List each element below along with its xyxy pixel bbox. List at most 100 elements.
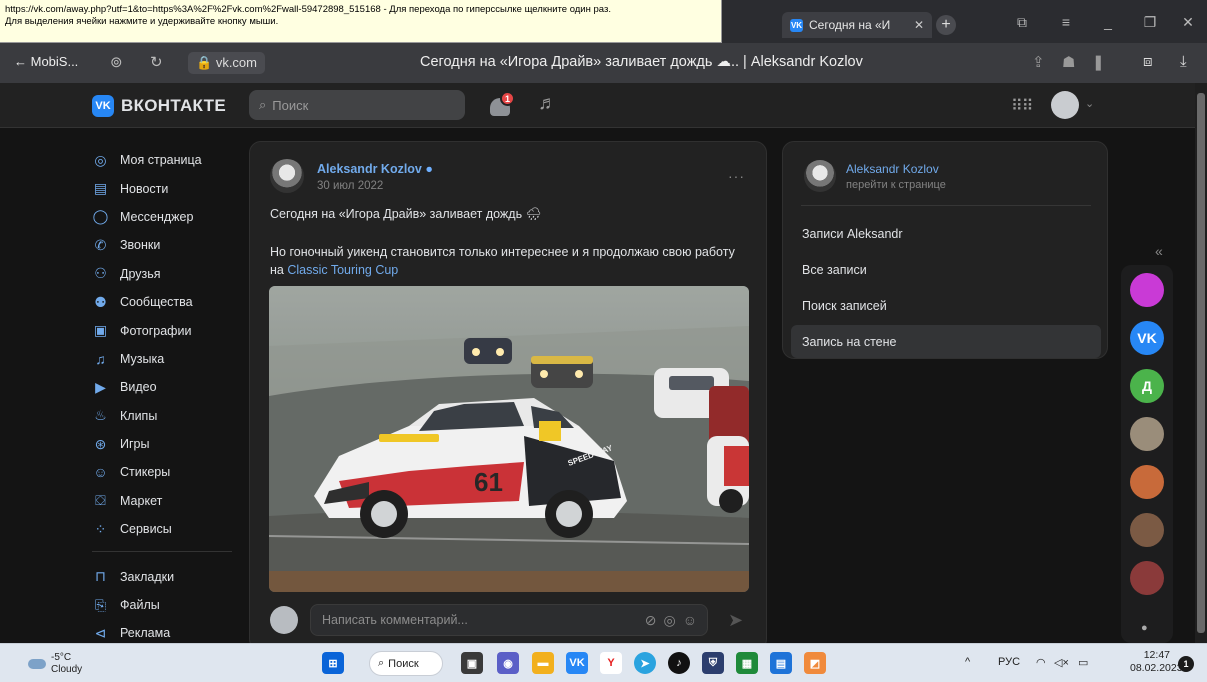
nav-item[interactable]: ⎘ Файлы bbox=[92, 591, 242, 619]
excel-icon[interactable]: ▦ bbox=[736, 652, 758, 674]
vk-logo[interactable]: VK ВКОНТАКТЕ bbox=[92, 95, 226, 117]
reader-icon[interactable]: ☗ bbox=[1062, 53, 1075, 71]
nav-item[interactable]: ⚉ Сообщества bbox=[92, 288, 242, 316]
panel-author-avatar[interactable] bbox=[804, 160, 836, 192]
post-photo[interactable]: 61 SPEED WAY bbox=[269, 286, 749, 592]
panel-goto-page[interactable]: перейти к странице bbox=[846, 179, 946, 191]
panel-menu-item[interactable]: Поиск записей bbox=[791, 289, 1101, 322]
taskbar-search[interactable]: ⌕ Поиск bbox=[369, 651, 443, 676]
bookmark-icon[interactable]: ❚ bbox=[1092, 53, 1105, 71]
tooltip-url-line: https://vk.com/away.php?utf=1&to=https%3… bbox=[5, 4, 611, 15]
download-icon[interactable]: ⤓ bbox=[1180, 53, 1187, 70]
tiktok-icon[interactable]: ♪ bbox=[668, 652, 690, 674]
nav-item[interactable]: ◎ Моя страница bbox=[92, 146, 242, 174]
panel-menu-item[interactable]: Все записи bbox=[791, 253, 1101, 286]
vk-app-icon[interactable]: VK bbox=[1130, 321, 1164, 355]
comment-placeholder: Написать комментарий... bbox=[322, 613, 468, 627]
reload-icon[interactable]: ↻ bbox=[150, 53, 163, 71]
page-scrollbar[interactable] bbox=[1195, 83, 1207, 643]
video-icon: ▶ bbox=[95, 378, 106, 395]
nav-item[interactable]: ◯ Мессенджер bbox=[92, 203, 242, 231]
nav-item[interactable]: ⊓ Закладки bbox=[92, 562, 242, 590]
camera-icon[interactable]: ◎ bbox=[663, 612, 675, 629]
search-input[interactable]: ⌕ Поиск bbox=[249, 90, 465, 120]
post-date[interactable]: 30 июл 2022 bbox=[317, 180, 383, 192]
nav-item[interactable]: ⊛ Игры bbox=[92, 430, 242, 458]
chat-bubble-icon[interactable]: ● bbox=[1141, 622, 1148, 634]
minimize-icon[interactable]: _ bbox=[1098, 14, 1118, 30]
nav-item[interactable]: ✆ Звонки bbox=[92, 231, 242, 259]
post-more-icon[interactable]: ··· bbox=[728, 168, 745, 184]
nav-item-label: Стикеры bbox=[120, 465, 171, 480]
address-bar: ← MobiS... ⊚ ↻ 🔒 vk.com Сегодня на «Игор… bbox=[0, 43, 1207, 83]
app-orange-icon[interactable]: ◩ bbox=[804, 652, 826, 674]
panel-menu-item[interactable]: Записи Aleksandr bbox=[791, 217, 1101, 250]
notification-center-badge[interactable]: 1 bbox=[1178, 656, 1194, 672]
panel-author-name[interactable]: Aleksandr Kozlov bbox=[846, 162, 939, 176]
emoji-icon[interactable]: ☺ bbox=[683, 612, 697, 629]
dock-collapse-icon[interactable]: « bbox=[1155, 243, 1163, 259]
volume-icon[interactable]: ◁× bbox=[1054, 656, 1069, 669]
browser-tab-active[interactable]: VK Сегодня на «И ✕ bbox=[782, 12, 932, 38]
music-player-icon[interactable]: ♬ bbox=[538, 93, 557, 115]
post-author-avatar[interactable] bbox=[270, 159, 304, 193]
file-explorer-icon[interactable]: ▬ bbox=[532, 652, 554, 674]
system-clock[interactable]: 12:47 08.02.2023 bbox=[1130, 649, 1183, 675]
menu-icon[interactable]: ≡ bbox=[1056, 14, 1076, 30]
language-indicator[interactable]: РУС bbox=[998, 656, 1020, 668]
app-blue-icon[interactable]: ▤ bbox=[770, 652, 792, 674]
share-icon[interactable]: ⇪ bbox=[1032, 53, 1045, 71]
wifi-icon[interactable]: ◠ bbox=[1036, 656, 1046, 669]
task-view-icon[interactable]: ▣ bbox=[461, 652, 483, 674]
nav-item[interactable]: ⁘ Сервисы bbox=[92, 515, 242, 543]
nav-item[interactable]: ▶ Видео bbox=[92, 373, 242, 401]
extensions-icon[interactable]: ⧈ bbox=[1143, 53, 1153, 70]
battery-icon[interactable]: ▭ bbox=[1078, 656, 1088, 669]
back-button[interactable]: ← MobiS... bbox=[14, 54, 78, 69]
nav-item[interactable]: ▤ Новости bbox=[92, 174, 242, 202]
notifications-button[interactable]: 1 bbox=[490, 91, 515, 117]
teams-chat-icon[interactable]: ◉ bbox=[497, 652, 519, 674]
search-icon: ⌕ bbox=[259, 97, 267, 112]
send-icon[interactable]: ➤ bbox=[728, 610, 743, 631]
tab-close-icon[interactable]: ✕ bbox=[914, 18, 924, 32]
post-author-name: Aleksandr Kozlov bbox=[317, 162, 422, 176]
contact-avatar-2[interactable] bbox=[1130, 465, 1164, 499]
url-domain[interactable]: 🔒 vk.com bbox=[188, 52, 265, 74]
chevron-down-icon[interactable]: ⌄ bbox=[1085, 97, 1094, 110]
telegram-icon[interactable]: ➤ bbox=[634, 652, 656, 674]
contact-avatar-3[interactable] bbox=[1130, 513, 1164, 547]
vk-taskbar-icon[interactable]: VK bbox=[566, 652, 588, 674]
attach-icon[interactable]: ⊘ bbox=[645, 612, 657, 629]
comment-input[interactable]: Написать комментарий... ⊘ ◎ ☺ bbox=[310, 604, 708, 636]
nav-item[interactable]: ▣ Фотографии bbox=[92, 316, 242, 344]
windows-start-icon[interactable]: ⊞ bbox=[322, 652, 344, 674]
panel-menu-item[interactable]: Запись на стене bbox=[791, 325, 1101, 358]
classic-touring-cup-link[interactable]: Classic Touring Cup bbox=[287, 263, 398, 277]
tray-expand-icon[interactable]: ^ bbox=[965, 656, 970, 668]
yandex-browser-icon[interactable]: Y bbox=[600, 652, 622, 674]
post-author-link[interactable]: Aleksandr Kozlov ● bbox=[317, 162, 433, 176]
profile-avatar[interactable] bbox=[1051, 91, 1079, 119]
files-icon: ⎘ bbox=[94, 596, 107, 613]
bookmarks-icon: ⊓ bbox=[95, 568, 106, 585]
scrollbar-thumb[interactable] bbox=[1197, 93, 1205, 633]
apps-grid-icon[interactable]: ⠿⠿ bbox=[1011, 96, 1033, 116]
close-window-icon[interactable]: ✕ bbox=[1178, 14, 1198, 31]
protect-icon[interactable]: ⊚ bbox=[110, 53, 123, 71]
weather-widget[interactable]: -5°C Cloudy bbox=[28, 652, 82, 676]
contact-avatar-1[interactable] bbox=[1130, 417, 1164, 451]
tabs-overview-icon[interactable]: ⧉ bbox=[1012, 14, 1032, 31]
tooltip-hint-line: Для выделения ячейки нажмите и удерживай… bbox=[5, 16, 279, 27]
nav-item[interactable]: ⛋ Маркет bbox=[92, 487, 242, 515]
contact-avatar-4[interactable] bbox=[1130, 561, 1164, 595]
nav-item[interactable]: ♨ Клипы bbox=[92, 402, 242, 430]
vk-music-app-icon[interactable] bbox=[1130, 273, 1164, 307]
nav-item[interactable]: ♫ Музыка bbox=[92, 345, 242, 373]
nav-item[interactable]: ☺ Стикеры bbox=[92, 458, 242, 486]
new-tab-button[interactable]: + bbox=[936, 15, 956, 35]
nav-item[interactable]: ⚇ Друзья bbox=[92, 260, 242, 288]
contact-d-avatar[interactable]: Д bbox=[1130, 369, 1164, 403]
restore-icon[interactable]: ❐ bbox=[1140, 14, 1160, 31]
defender-icon[interactable]: ⛨ bbox=[702, 652, 724, 674]
